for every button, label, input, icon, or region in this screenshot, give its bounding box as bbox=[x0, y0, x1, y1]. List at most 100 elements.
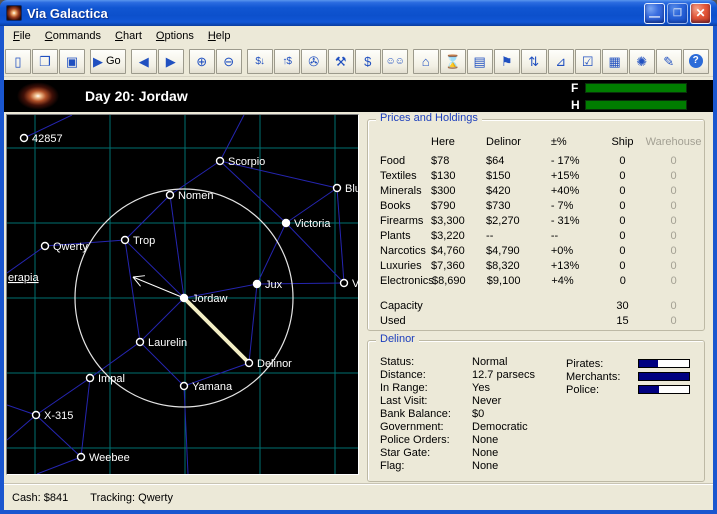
toolbar-route[interactable]: ⇅ bbox=[521, 49, 547, 74]
prices-row-firearms: Firearms$3,300$2,270- 31%00 bbox=[380, 213, 704, 228]
toolbar-galaxy[interactable]: ✺ bbox=[629, 49, 655, 74]
field-policeorders: Police Orders:None bbox=[380, 433, 704, 446]
toolbar-home[interactable]: ⌂ bbox=[413, 49, 439, 74]
banner-gauge-F-track bbox=[585, 83, 687, 93]
prices-summary-used: Used150 bbox=[380, 313, 704, 328]
toolbar-measure[interactable]: ⊿ bbox=[548, 49, 574, 74]
svg-text:Blu: Blu bbox=[345, 183, 358, 195]
prices-header-row: HereDelinor±%ShipWarehouse bbox=[380, 134, 704, 149]
menu-options[interactable]: Options bbox=[149, 28, 201, 44]
banner-gauge-F: F bbox=[571, 81, 687, 95]
maximize-button[interactable]: ❐ bbox=[667, 3, 688, 24]
toolbar-equipment[interactable]: ✇ bbox=[301, 49, 327, 74]
toolbar-sell[interactable]: ↑$ bbox=[274, 49, 300, 74]
svg-text:Trop: Trop bbox=[133, 235, 155, 247]
tracking-display: Tracking: Qwerty bbox=[90, 492, 173, 504]
svg-text:Jux: Jux bbox=[265, 279, 283, 291]
menu-commands[interactable]: Commands bbox=[38, 28, 108, 44]
prices-row-minerals: Minerals$300$420+40%00 bbox=[380, 183, 704, 198]
close-button[interactable]: ✕ bbox=[690, 3, 711, 24]
zoom-in-icon: ⊕ bbox=[196, 55, 207, 68]
toolbar-crew[interactable]: ☺☺ bbox=[382, 49, 408, 74]
help-icon: ? bbox=[689, 54, 703, 68]
toolbar-zoom-in[interactable]: ⊕ bbox=[189, 49, 215, 74]
toolbar-back[interactable]: ◀ bbox=[131, 49, 157, 74]
toolbar-orders[interactable]: ☑ bbox=[575, 49, 601, 74]
toolbar-notes[interactable]: ✎ bbox=[656, 49, 682, 74]
toolbar-help[interactable]: ? bbox=[683, 49, 709, 74]
menu-bar: FileCommandsChartOptionsHelp bbox=[4, 26, 713, 46]
menu-help[interactable]: Help bbox=[201, 28, 238, 44]
main-content: 42857ScorpioBluNomenVictoriaTropQwertyJu… bbox=[4, 112, 713, 484]
status-bar: Cash: $841 Tracking: Qwerty bbox=[4, 484, 713, 510]
minimize-button[interactable]: — bbox=[644, 3, 665, 24]
equipment-icon: ✇ bbox=[308, 55, 319, 68]
window-title: Via Galactica bbox=[27, 6, 644, 21]
right-panel: Prices and Holdings HereDelinor±%ShipWar… bbox=[359, 114, 709, 484]
prices-row-electronics: Electronics$8,690$9,100+4%00 bbox=[380, 273, 704, 288]
forward-icon: ▶ bbox=[166, 55, 176, 68]
prices-row-books: Books$790$730- 7%00 bbox=[380, 198, 704, 213]
toolbar-upgrade[interactable]: ⚒ bbox=[328, 49, 354, 74]
svg-text:Delinor: Delinor bbox=[257, 358, 292, 370]
toolbar-new[interactable]: ▯ bbox=[5, 49, 31, 74]
buy-icon: $↓ bbox=[255, 55, 264, 68]
field-government: Government:Democratic bbox=[380, 420, 704, 433]
upgrade-icon: ⚒ bbox=[335, 55, 347, 68]
gauge-police: Police: bbox=[566, 383, 690, 396]
status-banner: Day 20: Jordaw FH bbox=[4, 80, 713, 112]
menu-file[interactable]: File bbox=[6, 28, 38, 44]
banner-gauges: FH bbox=[571, 81, 687, 112]
prices-row-luxuries: Luxuries$7,360$8,320+13%00 bbox=[380, 258, 704, 273]
toolbar-buy[interactable]: $↓ bbox=[247, 49, 273, 74]
field-flag: Flag:None bbox=[380, 459, 704, 472]
star-map[interactable]: 42857ScorpioBluNomenVictoriaTropQwertyJu… bbox=[6, 114, 359, 475]
menu-chart[interactable]: Chart bbox=[108, 28, 149, 44]
banner-gauge-H: H bbox=[571, 98, 687, 112]
galaxy-icon: ✺ bbox=[636, 55, 647, 68]
toolbar-save[interactable]: ▣ bbox=[59, 49, 85, 74]
svg-text:V: V bbox=[352, 278, 358, 290]
title-bar[interactable]: Via Galactica — ❐ ✕ bbox=[0, 0, 717, 26]
prices-panel-title: Prices and Holdings bbox=[376, 112, 482, 124]
toolbar-grid[interactable]: ▦ bbox=[602, 49, 628, 74]
svg-text:Impal: Impal bbox=[98, 373, 125, 385]
flag-icon: ⚑ bbox=[501, 55, 513, 68]
cash-display: Cash: $841 bbox=[12, 492, 68, 504]
toolbar-forward[interactable]: ▶ bbox=[158, 49, 184, 74]
toolbar-go[interactable]: ▶Go bbox=[90, 49, 126, 74]
system-panel-title: Delinor bbox=[376, 333, 419, 345]
system-info-panel: Delinor Status:NormalDistance:12.7 parse… bbox=[367, 340, 705, 482]
svg-text:Nomen: Nomen bbox=[178, 190, 213, 202]
map-star-edge-label: erapia bbox=[8, 272, 39, 284]
toolbar-open[interactable]: ❐ bbox=[32, 49, 58, 74]
banner-star-image bbox=[7, 81, 69, 111]
app-window: Via Galactica — ❐ ✕ FileCommandsChartOpt… bbox=[0, 0, 717, 514]
prices-row-food: Food$78$64- 17%00 bbox=[380, 153, 704, 168]
open-icon: ❐ bbox=[39, 55, 51, 68]
field-bankbalance: Bank Balance:$0 bbox=[380, 407, 704, 420]
new-icon: ▯ bbox=[14, 55, 21, 68]
day-location-title: Day 20: Jordaw bbox=[85, 88, 571, 104]
gauge-pirates: Pirates: bbox=[566, 357, 690, 370]
toolbar-wait[interactable]: ⌛ bbox=[440, 49, 466, 74]
svg-text:Laurelin: Laurelin bbox=[148, 337, 187, 349]
gauge-merchants: Merchants: bbox=[566, 370, 690, 383]
zoom-out-icon: ⊖ bbox=[223, 55, 234, 68]
svg-text:Qwerty: Qwerty bbox=[53, 241, 88, 253]
banner-gauge-H-track bbox=[585, 100, 687, 110]
svg-text:Victoria: Victoria bbox=[294, 218, 331, 230]
client-area: FileCommandsChartOptionsHelp ▯ ❐ ▣▶Go ◀ ▶ ⊕ ⊖ $… bbox=[4, 26, 713, 510]
toolbar-flag[interactable]: ⚑ bbox=[494, 49, 520, 74]
svg-text:Jordaw: Jordaw bbox=[192, 293, 228, 305]
orders-icon: ☑ bbox=[582, 55, 594, 68]
notes-icon: ✎ bbox=[663, 55, 674, 68]
prices-row-plants: Plants$3,220----00 bbox=[380, 228, 704, 243]
back-icon: ◀ bbox=[139, 55, 149, 68]
toolbar-zoom-out[interactable]: ⊖ bbox=[216, 49, 242, 74]
svg-text:Yamana: Yamana bbox=[192, 381, 233, 393]
toolbar-bank[interactable]: $ bbox=[355, 49, 381, 74]
prices-row-textiles: Textiles$130$150+15%00 bbox=[380, 168, 704, 183]
toolbar-go-label: Go bbox=[106, 55, 121, 67]
toolbar-log[interactable]: ▤ bbox=[467, 49, 493, 74]
